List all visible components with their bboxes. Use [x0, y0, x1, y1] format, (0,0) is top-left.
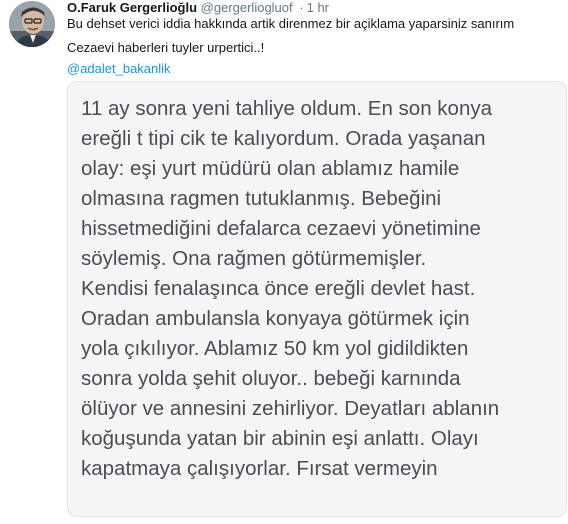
tweet-text-line-2: Cezaevi haberleri tuyler urpertici..! [67, 40, 265, 55]
tweet: O.Faruk Gergerlioğlu @gergerliogluof · 1 … [0, 0, 568, 524]
note-line: koğuşunda yatan bir abinin eşi anlattı. … [81, 427, 479, 450]
note-line: ereğli t tipi cik te kalıyordum. Orada y… [81, 127, 486, 150]
separator: · [299, 0, 304, 15]
handle[interactable]: @gergerliogluof [201, 0, 293, 15]
avatar-photo-icon [9, 1, 55, 47]
note-line: olmasına ragmen tutuklanmış. Bebeğini [81, 187, 442, 210]
note-line: Kendisi fenalaşınca önce ereğli devlet h… [81, 277, 476, 300]
note-line: olay: eşi yurt müdürü olan ablamız hamil… [81, 157, 460, 180]
tweet-text-line-1: Bu dehset verici iddia hakkında artik di… [67, 16, 515, 31]
note-line: kapatmaya çalışıyorlar. Fırsat vermeyin [81, 457, 438, 480]
display-name[interactable]: O.Faruk Gergerlioğlu [67, 0, 197, 15]
note-line: söylemiş. Ona rağmen götürmemişler. [81, 247, 427, 270]
note-line: 11 ay sonra yeni tahliye oldum. En son k… [81, 97, 493, 120]
note-line: sonra yolda şehit oluyor.. bebeği karnın… [81, 367, 461, 390]
mention-link[interactable]: @adalet_bakanlik [67, 61, 171, 77]
tweet-header: O.Faruk Gergerlioğlu @gergerliogluof · 1 … [67, 0, 329, 16]
avatar[interactable] [9, 1, 55, 47]
timestamp[interactable]: 1 hr [307, 0, 329, 15]
note-line: yola çıkılıyor. Ablamız 50 km yol gidild… [81, 337, 469, 360]
attached-image[interactable]: 11 ay sonra yeni tahliye oldum. En son k… [67, 81, 567, 517]
note-line: hissetmediğini defalarca cezaevi yönetim… [81, 217, 481, 240]
note-line: Oradan ambulansla konyaya götürmek için [81, 307, 470, 330]
note-line: ölüyor ve annesini zehirliyor. Deyatları… [81, 397, 500, 420]
